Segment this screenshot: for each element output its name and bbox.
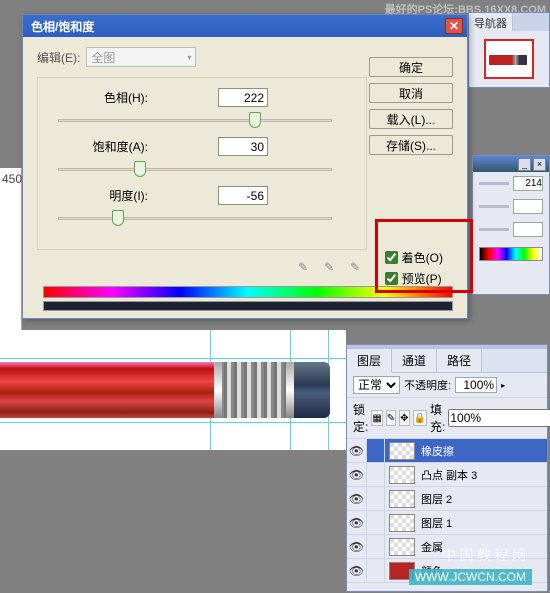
tab-navigator[interactable]: 导航器 (469, 13, 513, 31)
minimize-icon[interactable]: _ (518, 158, 531, 171)
navigator-palette: 导航器 (468, 12, 550, 88)
fill-label: 填充: (430, 401, 445, 435)
edit-combo[interactable]: 全图▾ (86, 47, 196, 67)
color-ramp[interactable] (479, 247, 543, 261)
visibility-icon[interactable]: 👁 (347, 511, 367, 534)
pencil-artwork (0, 362, 330, 418)
layer-item[interactable]: 👁 图层 1 (347, 511, 547, 535)
layer-item[interactable]: 👁 金属 (347, 535, 547, 559)
titlebar[interactable]: 色相/饱和度 ✕ (23, 15, 467, 37)
save-button[interactable]: 存储(S)... (369, 135, 453, 155)
eyedropper-sub-icon[interactable]: ✎ (347, 259, 363, 275)
layers-palette: 图层 通道 路径 正常 不透明度: ▸ 锁定: ▦ ✎ ✥ 🔒 填充: ▸ 👁 … (346, 344, 548, 592)
color-g-field[interactable] (513, 199, 543, 214)
eyedropper-add-icon[interactable]: ✎ (321, 259, 337, 275)
visibility-icon[interactable]: 👁 (347, 535, 367, 558)
preview-checkbox[interactable]: 预览(P) (385, 270, 443, 287)
spectrum-before (43, 286, 453, 298)
layer-list: 👁 橡皮擦 👁 凸点 副本 3 👁 图层 2 👁 图层 1 👁 金属 👁 颜色 (347, 439, 547, 583)
lock-transparency-icon[interactable]: ▦ (371, 410, 382, 426)
layer-item[interactable]: 👁 橡皮擦 (347, 439, 547, 463)
close-icon[interactable]: × (533, 158, 546, 171)
lightness-label: 明度(I): (48, 187, 148, 204)
lightness-field[interactable] (218, 186, 268, 205)
load-button[interactable]: 载入(L)... (369, 109, 453, 129)
colorize-checkbox[interactable]: 着色(O) (385, 249, 443, 266)
layer-item[interactable]: 👁 颜色 (347, 559, 547, 583)
blend-mode-select[interactable]: 正常 (353, 376, 400, 394)
layer-item[interactable]: 👁 图层 2 (347, 487, 547, 511)
visibility-icon[interactable]: 👁 (347, 487, 367, 510)
ok-button[interactable]: 确定 (369, 57, 453, 77)
lock-position-icon[interactable]: ✥ (399, 410, 409, 426)
visibility-icon[interactable]: 👁 (347, 439, 367, 462)
fill-field[interactable] (448, 409, 550, 427)
tab-channels[interactable]: 通道 (392, 349, 437, 372)
tab-paths[interactable]: 路径 (437, 349, 482, 372)
edit-label: 编辑(E): (37, 49, 80, 66)
navigator-thumbnail[interactable] (469, 31, 549, 87)
color-palette: _ × (472, 155, 550, 295)
cancel-button[interactable]: 取消 (369, 83, 453, 103)
hue-saturation-dialog: 色相/饱和度 ✕ 编辑(E): 全图▾ 色相(H): 饱和度(A): 明度(I)… (22, 14, 468, 319)
opacity-field[interactable] (455, 377, 497, 393)
color-r-field[interactable] (513, 176, 543, 191)
eyedropper-icon[interactable]: ✎ (295, 259, 311, 275)
param-group: 色相(H): 饱和度(A): 明度(I): (37, 77, 367, 250)
dialog-title: 色相/饱和度 (27, 18, 445, 35)
lightness-slider[interactable] (58, 209, 332, 227)
close-button[interactable]: ✕ (445, 18, 463, 34)
layer-item[interactable]: 👁 凸点 副本 3 (347, 463, 547, 487)
color-b-field[interactable] (513, 222, 543, 237)
saturation-label: 饱和度(A): (48, 138, 148, 155)
hue-field[interactable] (218, 88, 268, 107)
hue-slider[interactable] (58, 111, 332, 129)
canvas[interactable] (0, 330, 346, 450)
visibility-icon[interactable]: 👁 (347, 463, 367, 486)
tab-layers[interactable]: 图层 (347, 349, 392, 373)
opacity-label: 不透明度: (404, 377, 451, 393)
lock-all-icon[interactable]: 🔒 (413, 410, 427, 426)
lock-label: 锁定: (353, 401, 368, 435)
saturation-slider[interactable] (58, 160, 332, 178)
visibility-icon[interactable]: 👁 (347, 559, 367, 582)
saturation-field[interactable] (218, 137, 268, 156)
spectrum-after (43, 301, 453, 311)
lock-image-icon[interactable]: ✎ (386, 410, 396, 426)
hue-label: 色相(H): (48, 89, 148, 106)
